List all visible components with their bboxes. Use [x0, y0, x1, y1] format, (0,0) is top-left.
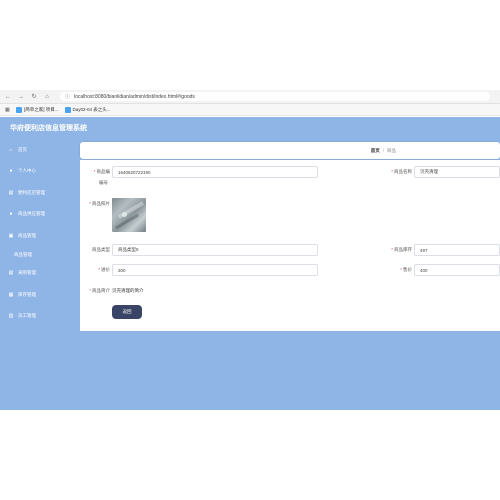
goods-photo-label: *商品照片 — [89, 201, 110, 206]
sidebar-item-profile[interactable]: ● 个人中心 — [0, 161, 72, 183]
stock-label: *商品库存 — [391, 247, 412, 252]
sidebar-subitem-label: 商品管理 — [14, 251, 32, 257]
sidebar-item-goods[interactable]: ▣ 商品管理 — [0, 225, 72, 247]
back-arrow-icon[interactable]: ← — [3, 92, 13, 102]
goods-no-label-line2: 编号 — [99, 180, 108, 185]
staff-icon: ▥ — [8, 313, 14, 320]
store-icon: ▤ — [8, 189, 14, 196]
box-icon: ▦ — [8, 291, 14, 298]
back-button[interactable]: 返回 — [112, 305, 142, 319]
sidebar-item-staff[interactable]: ▥ 员工管理 — [0, 306, 72, 328]
intro-value: 贝壳清理的简介 — [112, 288, 144, 293]
app-title: 华府便利店信息管理系统 — [10, 125, 87, 132]
goods-no-field[interactable]: 1640620722190 — [112, 166, 318, 178]
person-icon: ● — [9, 211, 13, 218]
sidebar-item-supply[interactable]: ● 商品供应管理 — [0, 204, 72, 226]
address-bar[interactable]: ⓘ localhost:8080/bianlidian/admin/dist/i… — [60, 92, 490, 101]
goods-name-field[interactable]: 贝壳清理 — [414, 166, 500, 178]
sidebar-item-stock[interactable]: ▦ 库存管理 — [0, 284, 72, 306]
breadcrumb-separator: / — [382, 148, 384, 153]
cart-icon: ▤ — [8, 270, 14, 277]
purchase-price-field[interactable]: 300 — [112, 264, 318, 276]
bookmark-label: [简单之家] 项目... — [24, 106, 59, 112]
breadcrumb-current: 商品 — [387, 147, 396, 153]
sidebar-item-store[interactable]: ▤ 便利店店管理 — [0, 182, 72, 204]
app-header: 华府便利店信息管理系统 — [0, 117, 500, 139]
info-icon: ⓘ — [65, 94, 71, 100]
sidebar-subitem-goods[interactable]: 商品管理 — [0, 247, 72, 263]
sidebar-item-label: 库存管理 — [18, 291, 36, 297]
breadcrumb-home[interactable]: 首页 — [371, 148, 380, 154]
forward-arrow-icon[interactable]: → — [16, 92, 26, 102]
user-icon: ● — [9, 168, 13, 175]
bookmark-label: Day02-04 表之头... — [72, 106, 111, 112]
bookmark-2[interactable]: Day02-04 表之头... — [64, 106, 111, 113]
goods-type-label: 商品类型 — [92, 247, 110, 252]
sidebar-item-label: 便利店店管理 — [18, 189, 45, 195]
browser-toolbar: ← → ↻ ⌂ ⓘ localhost:8080/bianlidian/admi… — [0, 90, 500, 104]
url-text: localhost:8080/bianlidian/admin/dist/ind… — [74, 93, 195, 100]
breadcrumb: 首页 / 商品 — [80, 142, 500, 159]
sidebar-item-label: 采购管理 — [18, 270, 36, 276]
goods-type-field[interactable]: 商品类型5 — [112, 244, 318, 256]
sidebar-item-label: 商品供应管理 — [18, 211, 45, 217]
sidebar-item-label: 个人中心 — [18, 168, 36, 174]
bookmark-1[interactable]: [简单之家] 项目... — [16, 106, 59, 113]
apps-grid-icon[interactable]: ▦ — [5, 107, 10, 113]
sale-price-field[interactable]: 400 — [414, 264, 500, 276]
stock-field[interactable]: 497 — [414, 244, 500, 256]
sidebar-item-home[interactable]: ⌂ 首页 — [0, 139, 72, 161]
sidebar-item-label: 首页 — [18, 146, 27, 152]
bookmark-favicon-icon — [64, 106, 71, 113]
sidebar-item-label: 员工管理 — [18, 313, 36, 319]
sidebar-item-label: 商品管理 — [18, 232, 36, 238]
goods-icon: ▣ — [8, 232, 14, 239]
intro-label: *商品简介 — [89, 288, 110, 293]
sale-price-label: *售价 — [400, 267, 412, 272]
home-icon: ⌂ — [9, 146, 13, 153]
bookmarks-bar: ▦ [简单之家] 项目... Day02-04 表之头... — [0, 104, 500, 116]
purchase-price-label: *进价 — [98, 267, 110, 272]
blank-area — [0, 0, 500, 90]
reload-icon[interactable]: ↻ — [29, 92, 39, 102]
bookmark-favicon-icon — [16, 106, 22, 113]
goods-photo-image — [112, 198, 146, 232]
goods-name-label: *商品名称 — [391, 169, 412, 174]
home-nav-icon[interactable]: ⌂ — [42, 92, 52, 102]
sidebar-item-purchase[interactable]: ▤ 采购管理 — [0, 263, 72, 285]
goods-no-label: *商品编 — [93, 169, 110, 174]
sidebar: ⌂ 首页 ● 个人中心 ▤ 便利店店管理 ● 商品供应管理 ▣ 商品管理 商品管… — [0, 139, 72, 410]
